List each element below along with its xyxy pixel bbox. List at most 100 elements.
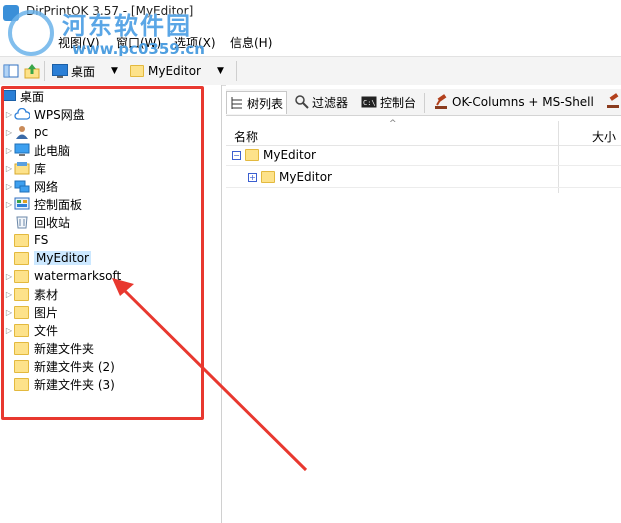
library-icon <box>14 162 30 175</box>
expand-icon[interactable]: ▷ <box>4 164 14 173</box>
tree-item-label: FS <box>34 233 49 247</box>
tree-item-control-panel[interactable]: ▷ 控制面板 <box>4 195 82 213</box>
tree-item-new-folder[interactable]: 新建文件夹 <box>4 339 94 357</box>
tree-item-fs[interactable]: FS <box>4 231 48 249</box>
expand-icon[interactable]: ▷ <box>4 272 14 281</box>
tree-item-files[interactable]: ▷ 文件 <box>4 321 58 339</box>
expand-icon[interactable]: ▷ <box>4 326 14 335</box>
tree-item-network[interactable]: ▷ 网络 <box>4 177 58 195</box>
tree-item-label: 新建文件夹 (2) <box>34 359 115 374</box>
tree-item-label: 文件 <box>34 323 59 338</box>
chevron-down-icon: ▼ <box>111 66 118 76</box>
up-folder-button[interactable] <box>24 61 40 81</box>
tree-item-label: pc <box>34 125 49 139</box>
tab-console[interactable]: C:\ 控制台 <box>358 91 419 113</box>
tab-strip: 树列表 过滤器 C:\ 控制台 OK-Columns + MS-Shell <box>226 89 621 116</box>
magnifier-icon <box>295 95 309 109</box>
expand-icon[interactable]: + <box>248 172 257 182</box>
folder-icon <box>130 65 144 77</box>
folder-icon <box>14 251 29 265</box>
folder-icon <box>14 341 29 355</box>
tree-item-new-folder-2[interactable]: 新建文件夹 (2) <box>4 357 115 375</box>
tree-item-wps[interactable]: ▷ WPS网盘 <box>4 105 85 123</box>
list-item[interactable]: + MyEditor <box>248 167 332 187</box>
folder-label: MyEditor <box>148 64 201 78</box>
expand-icon[interactable]: ▷ <box>4 200 14 209</box>
computer-icon <box>14 143 30 156</box>
tree-item-pc-user[interactable]: ▷ pc <box>4 123 48 141</box>
tree-item-label: 库 <box>34 161 47 176</box>
folder-icon <box>14 287 29 301</box>
column-name[interactable]: 名称 <box>234 128 258 145</box>
tree-item-label: 控制面板 <box>34 197 83 212</box>
list-item[interactable]: − MyEditor <box>232 145 316 165</box>
folder-icon <box>14 359 29 373</box>
tree-item-label: watermarksoft <box>34 269 122 283</box>
layout-icon <box>3 64 19 78</box>
menu-options[interactable]: 选项(X) <box>174 34 216 51</box>
tree-item-pictures[interactable]: ▷ 图片 <box>4 303 58 321</box>
tree-item-label: 网络 <box>34 179 59 194</box>
column-size[interactable]: 大小 <box>592 128 616 145</box>
up-arrow-folder-icon <box>24 64 40 79</box>
tree-root-desktop[interactable]: 桌面 <box>2 87 44 105</box>
list-item-label: MyEditor <box>263 148 316 162</box>
tree-item-myeditor[interactable]: MyEditor <box>4 249 91 267</box>
chevron-down-icon: ▼ <box>216 66 224 76</box>
title-bar: DirPrintOK 3.57 - [MyEditor] <box>0 0 621 28</box>
tab-ok-columns[interactable]: OK-Columns + MS-Shell <box>430 91 597 113</box>
folder-icon <box>245 149 259 161</box>
location-label: 桌面 <box>71 64 96 79</box>
tab-tree-list[interactable]: 树列表 <box>226 91 288 114</box>
folder-icon <box>14 233 29 247</box>
user-icon <box>16 126 28 139</box>
console-icon: C:\ <box>361 96 377 108</box>
expand-icon[interactable]: ▷ <box>4 308 14 317</box>
column-header: 名称 ^ 大小 <box>226 119 621 146</box>
tree-item-label: 新建文件夹 <box>34 341 95 356</box>
recycle-bin-icon <box>16 216 28 229</box>
tree-item-this-pc[interactable]: ▷ 此电脑 <box>4 141 70 159</box>
tree-item-label: 素材 <box>34 287 59 302</box>
expand-icon[interactable]: ▷ <box>4 110 14 119</box>
tree-item-label: 图片 <box>34 305 59 320</box>
gavel-icon[interactable] <box>606 93 620 109</box>
network-icon <box>14 180 30 193</box>
menu-info[interactable]: 信息(H) <box>230 34 272 51</box>
tree-list-icon <box>231 97 242 109</box>
menu-window[interactable]: 窗口(W) <box>116 34 161 51</box>
control-panel-icon <box>14 197 30 210</box>
collapse-icon[interactable]: − <box>232 150 241 160</box>
folder-tree-pane: 桌面 ▷ WPS网盘 ▷ pc ▷ 此电脑 ▷ 库 ▷ 网络 ▷ 控制面板 回收… <box>0 85 222 523</box>
tree-item-library[interactable]: ▷ 库 <box>4 159 46 177</box>
svg-text:C:\: C:\ <box>363 99 376 107</box>
desktop-icon <box>52 64 68 78</box>
file-list-pane: 树列表 过滤器 C:\ 控制台 OK-Columns + MS-Shell 名称… <box>226 85 621 523</box>
list-item-label: MyEditor <box>279 170 332 184</box>
location-dropdown[interactable]: 桌面 ▼ <box>52 61 118 81</box>
expand-icon[interactable]: ▷ <box>4 146 14 155</box>
app-logo-icon <box>3 5 19 21</box>
folder-icon <box>261 171 275 183</box>
expand-icon[interactable]: ▷ <box>4 182 14 191</box>
toolbar: 桌面 ▼ MyEditor ▼ <box>0 56 621 86</box>
tree-item-recycle-bin[interactable]: 回收站 <box>4 213 70 231</box>
window-title: DirPrintOK 3.57 - [MyEditor] <box>26 4 194 18</box>
tree-item-label: 新建文件夹 (3) <box>34 377 115 392</box>
expand-icon[interactable]: ▷ <box>4 128 14 137</box>
tree-item-material[interactable]: ▷ 素材 <box>4 285 58 303</box>
tab-filter[interactable]: 过滤器 <box>292 91 351 113</box>
tree-item-label: 此电脑 <box>34 143 71 158</box>
folder-dropdown[interactable]: MyEditor ▼ <box>130 61 224 81</box>
menu-view[interactable]: 视图(V) <box>58 34 100 51</box>
tree-item-watermarksoft[interactable]: ▷ watermarksoft <box>4 267 121 285</box>
tree-root-label: 桌面 <box>20 89 45 104</box>
folder-icon <box>14 269 29 283</box>
expand-icon[interactable]: ▷ <box>4 290 14 299</box>
folder-icon <box>14 323 29 337</box>
gavel-icon <box>435 94 447 109</box>
tree-item-label: WPS网盘 <box>34 107 85 122</box>
layout-button[interactable] <box>3 61 19 81</box>
desktop-icon <box>2 89 16 101</box>
tree-item-new-folder-3[interactable]: 新建文件夹 (3) <box>4 375 115 393</box>
